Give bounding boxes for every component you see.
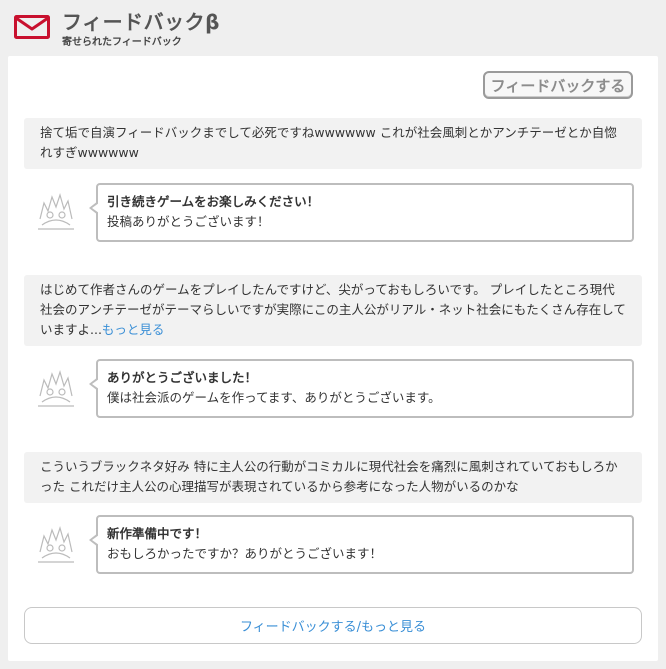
feedback-panel: フィードバックする 捨て垢で自演フィードバックまでして必死ですねwwwwww こ… — [8, 56, 658, 661]
reply-title: ありがとうございました！ — [107, 370, 258, 385]
page-subtitle: 寄せられたフィードバック — [62, 37, 182, 48]
comment-text: こういうブラックネタ好み 特に主人公の行動がコミカルに現代社会を痛烈に風刺されて… — [40, 459, 618, 494]
feedback-comment: 捨て垢で自演フィードバックまでして必死ですねwwwwww これが社会風刺とかアン… — [24, 118, 642, 169]
feedback-button[interactable]: フィードバックする — [483, 71, 633, 99]
page-header: フィードバックβ 寄せられたフィードバック — [0, 0, 666, 50]
feedback-comment: こういうブラックネタ好み 特に主人公の行動がコミカルに現代社会を痛烈に風刺されて… — [24, 452, 642, 503]
developer-reply: ありがとうございました！ 僕は社会派のゲームを作ってます、ありがとうございます。 — [89, 359, 634, 418]
developer-reply: 新作準備中です！ おもしろかったですか？ありがとうございます！ — [89, 515, 634, 574]
reply-title: 引き続きゲームをお楽しみください！ — [107, 194, 320, 209]
reply-body: 投稿ありがとうございます！ — [107, 214, 270, 229]
developer-avatar-icon — [38, 369, 74, 407]
read-more-link[interactable]: もっと見る — [102, 322, 165, 337]
developer-avatar-icon — [38, 525, 74, 563]
envelope-icon — [14, 15, 50, 39]
page-title: フィードバックβ — [62, 10, 220, 34]
comment-text: 捨て垢で自演フィードバックまでして必死ですねwwwwww これが社会風刺とかアン… — [40, 125, 617, 160]
developer-avatar-icon — [38, 192, 74, 230]
reply-body: おもしろかったですか？ありがとうございます！ — [107, 546, 383, 561]
feedback-comment: はじめて作者さんのゲームをプレイしたんですけど、尖がっておもしろいです。 プレイ… — [24, 275, 642, 346]
reply-body: 僕は社会派のゲームを作ってます、ありがとうございます。 — [107, 390, 441, 405]
developer-reply: 引き続きゲームをお楽しみください！ 投稿ありがとうございます！ — [89, 183, 634, 242]
reply-title: 新作準備中です！ — [107, 526, 208, 541]
feedback-more-button[interactable]: フィードバックする/もっと見る — [24, 607, 642, 644]
